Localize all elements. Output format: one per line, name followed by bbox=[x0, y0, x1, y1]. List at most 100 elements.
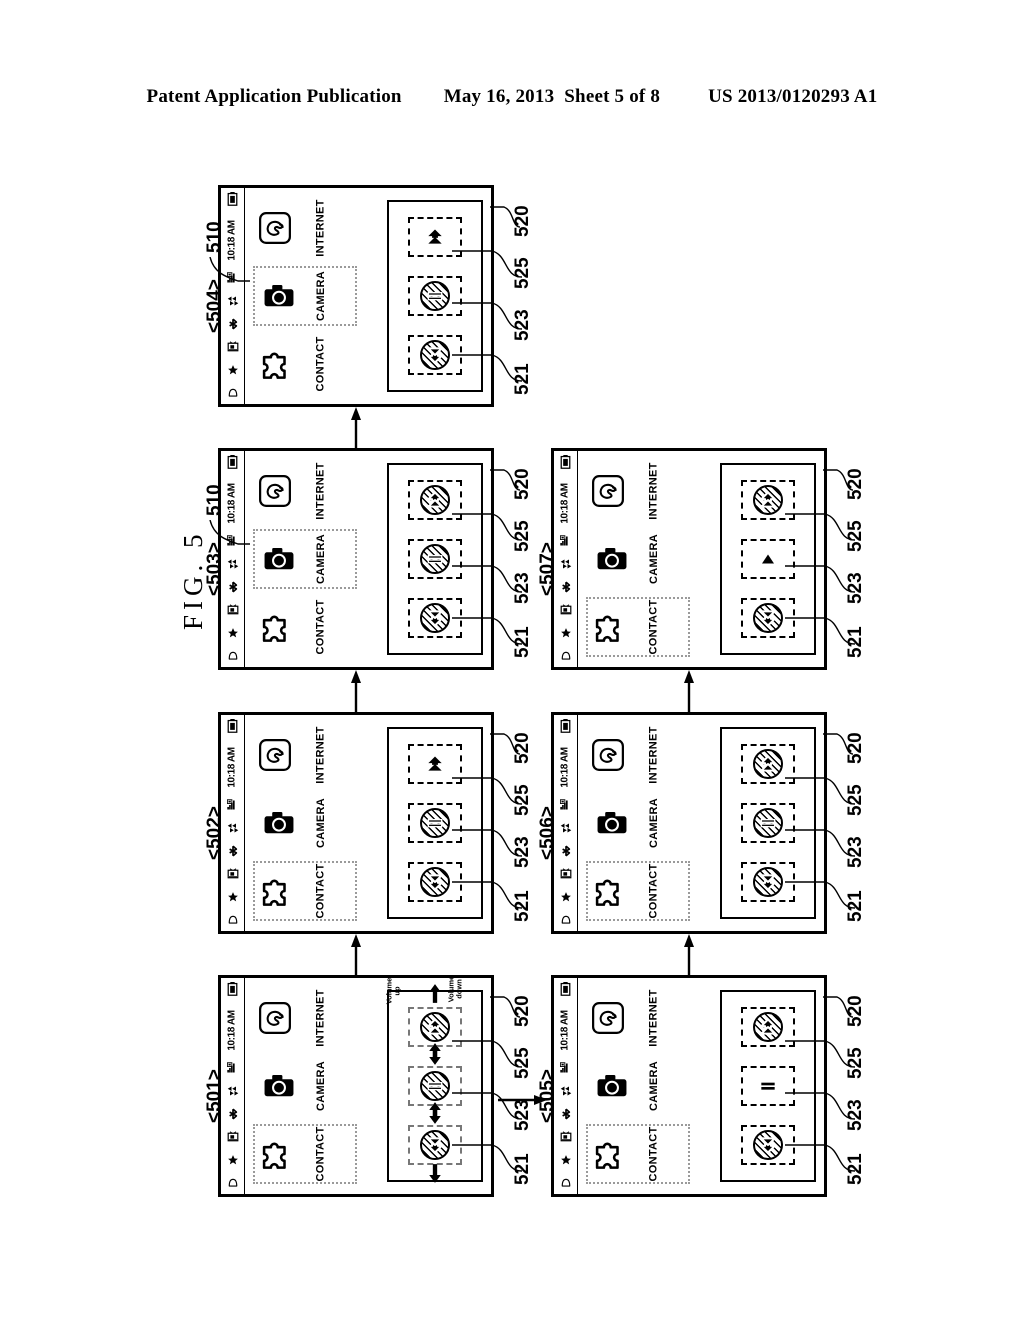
app-icon-contact[interactable]: CONTACT bbox=[253, 1124, 357, 1184]
leader-line bbox=[785, 826, 856, 865]
app-icon-internet[interactable]: INTERNET bbox=[253, 198, 357, 258]
leader-line bbox=[823, 730, 854, 765]
arrow-down-indicator-icon bbox=[429, 1105, 442, 1129]
app-icon-internet[interactable]: INTERNET bbox=[253, 988, 357, 1048]
equals-bars-icon bbox=[425, 549, 445, 569]
app-label-internet: INTERNET bbox=[315, 726, 327, 784]
leader-line bbox=[823, 993, 854, 1028]
app-icon-camera[interactable]: CAMERA bbox=[253, 1056, 357, 1116]
reference-numeral-510-panel-504: 510 bbox=[204, 221, 225, 253]
double-arrow-down-icon bbox=[758, 872, 778, 892]
equals-bars-icon bbox=[758, 813, 778, 833]
star-icon bbox=[560, 891, 572, 905]
tv-icon bbox=[227, 604, 239, 618]
app-icon-camera[interactable]: CAMERA bbox=[586, 793, 690, 853]
arrow-down-indicator-icon bbox=[429, 1163, 442, 1188]
app-icon-internet[interactable]: INTERNET bbox=[586, 725, 690, 785]
signal-bars-icon bbox=[559, 1062, 572, 1076]
leader-line bbox=[785, 1141, 856, 1180]
app-icon-camera[interactable]: CAMERA bbox=[253, 793, 357, 853]
arrow-down-indicator-icon bbox=[429, 1046, 442, 1070]
status-bar-time: 10:18 AM bbox=[560, 746, 571, 788]
sync-icon bbox=[227, 1085, 239, 1099]
double-arrow-down-icon bbox=[758, 608, 778, 628]
app-icon-camera[interactable]: CAMERA bbox=[586, 1056, 690, 1116]
leader-line bbox=[785, 562, 856, 601]
app-icon-list: CONTACT CAMERA INTERNET bbox=[578, 978, 698, 1194]
panel-id-506: <506> bbox=[537, 806, 558, 860]
app-icon-contact[interactable]: CONTACT bbox=[253, 861, 357, 921]
app-icon-internet[interactable]: INTERNET bbox=[586, 988, 690, 1048]
hatched-circle-icon bbox=[420, 1070, 450, 1101]
double-arrow-down-icon bbox=[425, 608, 445, 628]
app-label-camera: CAMERA bbox=[647, 533, 660, 585]
app-icon-list: CONTACT CAMERA INTERNET bbox=[578, 715, 698, 931]
leader-line bbox=[490, 466, 521, 501]
status-bar-time: 10:18 AM bbox=[227, 1009, 238, 1051]
flow-arrow-right bbox=[498, 1093, 547, 1112]
camera-icon bbox=[595, 542, 629, 576]
app-icon-internet[interactable]: INTERNET bbox=[586, 461, 690, 521]
app-label-camera: CAMERA bbox=[647, 1060, 660, 1112]
app-icon-contact[interactable]: CONTACT bbox=[586, 861, 690, 921]
double-arrow-up-icon bbox=[758, 754, 778, 774]
flow-arrow-up bbox=[349, 407, 363, 453]
app-icon-contact[interactable]: CONTACT bbox=[253, 334, 357, 394]
leader-line bbox=[785, 878, 856, 917]
app-label-contact: CONTACT bbox=[315, 1126, 327, 1182]
hatched-circle-icon bbox=[420, 1012, 450, 1043]
camera-icon bbox=[262, 806, 296, 840]
flow-arrow-up bbox=[682, 934, 696, 980]
leader-line bbox=[785, 1089, 856, 1128]
arrow-up-indicator-icon bbox=[429, 984, 442, 1008]
app-icon-camera[interactable]: CAMERA bbox=[586, 529, 690, 589]
app-icon-camera[interactable]: CAMERA bbox=[253, 266, 357, 326]
camera-icon bbox=[595, 806, 629, 840]
bluetooth-icon bbox=[560, 581, 572, 595]
battery-icon bbox=[227, 455, 238, 471]
leader-line bbox=[452, 562, 523, 601]
leader-line bbox=[785, 774, 856, 813]
flow-arrow-up bbox=[349, 934, 363, 980]
equals-bars-icon bbox=[758, 1076, 778, 1096]
double-arrow-up-icon bbox=[758, 1017, 778, 1037]
app-icon-camera[interactable]: CAMERA bbox=[253, 529, 357, 589]
camera-icon bbox=[262, 1069, 296, 1103]
app-icon-list: CONTACT CAMERA INTERNET bbox=[578, 451, 698, 667]
app-label-camera: CAMERA bbox=[314, 1060, 327, 1112]
equals-bars-icon bbox=[425, 286, 445, 306]
hatched-circle-icon bbox=[420, 602, 450, 633]
globe-icon bbox=[258, 474, 292, 508]
battery-icon bbox=[560, 982, 571, 998]
leader-line bbox=[823, 466, 854, 501]
camera-icon bbox=[262, 542, 296, 576]
bell-icon bbox=[227, 387, 239, 401]
double-arrow-up-icon bbox=[425, 490, 445, 510]
puzzle-piece-icon bbox=[259, 610, 293, 644]
status-bar-time: 10:18 AM bbox=[560, 1009, 571, 1051]
signal-bars-icon bbox=[559, 535, 572, 549]
globe-icon bbox=[258, 1001, 292, 1035]
app-label-contact: CONTACT bbox=[648, 599, 660, 655]
globe-icon bbox=[591, 474, 625, 508]
panel-id-501: <501> bbox=[204, 1069, 225, 1123]
panel-id-507: <507> bbox=[537, 542, 558, 596]
globe-icon bbox=[258, 738, 292, 772]
app-icon-internet[interactable]: INTERNET bbox=[253, 725, 357, 785]
app-icon-contact[interactable]: CONTACT bbox=[253, 597, 357, 657]
signal-bars-icon bbox=[226, 799, 239, 813]
app-label-internet: INTERNET bbox=[315, 989, 327, 1047]
camera-icon bbox=[262, 279, 296, 313]
app-icon-contact[interactable]: CONTACT bbox=[586, 597, 690, 657]
star-icon bbox=[227, 627, 239, 641]
leader-line bbox=[208, 256, 250, 302]
leader-line bbox=[452, 510, 523, 549]
app-label-camera: CAMERA bbox=[314, 533, 327, 585]
app-label-camera: CAMERA bbox=[314, 270, 327, 322]
page-header: Patent Application Publication May 16, 2… bbox=[0, 86, 1024, 108]
leader-line bbox=[785, 614, 856, 653]
star-icon bbox=[227, 364, 239, 378]
app-icon-contact[interactable]: CONTACT bbox=[586, 1124, 690, 1184]
leader-line bbox=[452, 1141, 523, 1180]
app-icon-internet[interactable]: INTERNET bbox=[253, 461, 357, 521]
